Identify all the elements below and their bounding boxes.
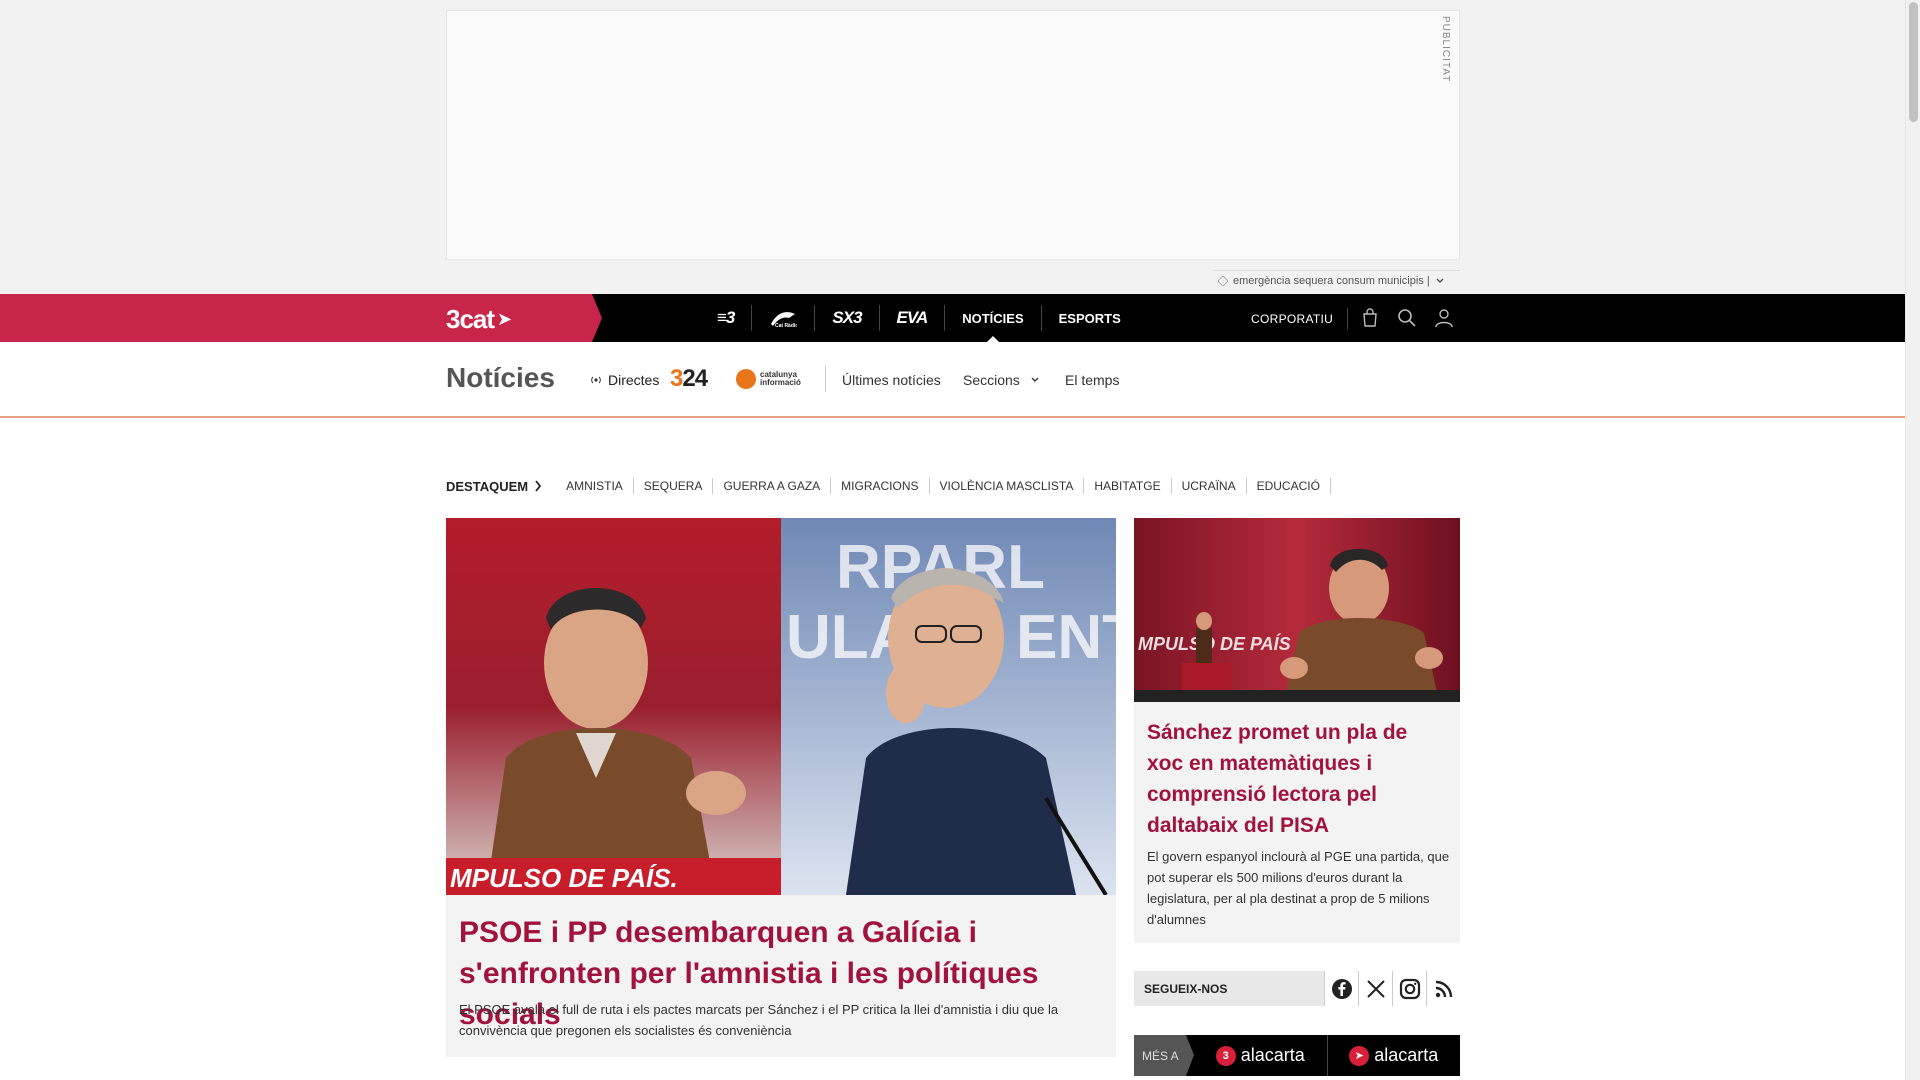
eva-logo-icon: EVA (896, 308, 929, 327)
catradio-badge-icon: ➤ (1349, 1045, 1370, 1066)
chevron-down-icon[interactable] (1435, 276, 1445, 286)
svg-text:ENTA: ENTA (1016, 603, 1116, 672)
channel-eva[interactable]: EVA (880, 305, 946, 331)
main-article-lead: El PSOE avala el full de ruta i els pact… (459, 1002, 1059, 1038)
tag-icon (1217, 274, 1229, 287)
side-article-photo: MPULSO DE PAÍS (1134, 518, 1460, 702)
rss-icon (1435, 980, 1452, 997)
live-link[interactable]: Directes (590, 372, 659, 388)
324-logo-three: 3 (670, 365, 683, 392)
highlight-habitatge[interactable]: HABITATGE (1084, 478, 1172, 494)
main-article-photo: RPARL ENTA ULAR MPULSO DE PAÍS. (446, 518, 1116, 895)
user-icon[interactable] (1432, 306, 1456, 330)
catradio-alacarta-link[interactable]: ➤ alacarta (1328, 1035, 1461, 1076)
channel-sx3[interactable]: SX3 (815, 305, 880, 331)
highlights-title[interactable]: DESTAQUEM (446, 479, 542, 494)
brand-background (0, 294, 602, 342)
section-title[interactable]: Notícies (446, 362, 555, 394)
svg-text:Cat Ràdio: Cat Ràdio (775, 323, 797, 328)
channel-catradio[interactable]: Cat Ràdio (752, 305, 816, 331)
324-logo-24: 24 (682, 365, 708, 392)
chevron-right-icon (535, 480, 542, 492)
highlight-migracions[interactable]: MIGRACIONS (831, 478, 930, 494)
tv3-logo-icon: ≡ (717, 308, 727, 327)
tv3-badge-icon: 3 (1215, 1045, 1236, 1066)
catradio-logo-icon: Cat Ràdio (771, 312, 797, 328)
ad-zone: PUBLICITAT emergència sequera consum mun… (0, 0, 1905, 294)
channel-tv3[interactable]: ≡ 3 (700, 305, 753, 331)
sx3-logo-icon: SX3 (832, 308, 862, 327)
x-icon (1366, 979, 1385, 998)
trending-topics-bar[interactable]: emergència sequera consum municipis | (1214, 270, 1460, 290)
top-navigation: 3cat ➤ ≡ 3 Cat Ràdio SX3 EVA NOTÍCIES ESP… (0, 294, 1905, 342)
side-image-text: MPULSO DE PAÍS (1138, 633, 1291, 654)
search-icon[interactable] (1395, 306, 1419, 330)
highlight-guerra-gaza[interactable]: GUERRA A GAZA (713, 478, 832, 494)
ad-banner[interactable] (446, 10, 1460, 260)
section-divider (825, 366, 826, 392)
sections-label: Seccions (963, 372, 1020, 388)
side-article-title[interactable]: Sánchez promet un pla de xoc en matemàti… (1147, 717, 1447, 841)
catradio-alacarta-text: alacarta (1374, 1045, 1439, 1065)
live-label: Directes (608, 372, 660, 388)
rss-link[interactable] (1426, 971, 1460, 1006)
weather-link[interactable]: El temps (1065, 372, 1119, 388)
x-link[interactable] (1358, 971, 1392, 1006)
highlight-amnistia[interactable]: AMNISTIA (556, 478, 634, 494)
section-header: Notícies Directes 324 catalunya informac… (0, 342, 1905, 418)
brand-arrow-icon: ➤ (497, 309, 512, 329)
side-article-lead: El govern espanyol inclourà al PGE una p… (1147, 849, 1450, 927)
highlights-title-label: DESTAQUEM (446, 478, 529, 494)
tv3-alacarta-link[interactable]: 3 alacarta (1194, 1035, 1328, 1076)
alacarta-bar: MÉS A 3 alacarta ➤ alacarta (1134, 1035, 1460, 1076)
catalunya-informacio-logo[interactable]: catalunya informació (736, 369, 801, 389)
highlight-sequera[interactable]: SEQUERA (634, 478, 714, 494)
side-article-card[interactable]: MPULSO DE PAÍS Sánchez promet un pla de … (1134, 518, 1460, 943)
catinfo-text: catalunya informació (760, 371, 801, 387)
channel-esports[interactable]: ESPORTS (1042, 305, 1138, 331)
sections-dropdown[interactable]: Seccions (963, 372, 1040, 388)
facebook-icon (1331, 978, 1352, 999)
highlight-ucraina[interactable]: UCRAÏNA (1172, 478, 1247, 494)
follow-us-bar: SEGUEIX-NOS (1134, 971, 1460, 1006)
brand-name: 3cat (446, 304, 495, 334)
highlight-violencia-masclista[interactable]: VIOLÈNCIA MASCLISTA (930, 478, 1085, 494)
main-article-image[interactable]: RPARL ENTA ULAR MPULSO DE PAÍS. (446, 518, 1116, 895)
main-image-banner-text: MPULSO DE PAÍS. (450, 863, 678, 893)
instagram-link[interactable] (1392, 971, 1426, 1006)
ad-label: PUBLICITAT (1440, 16, 1451, 83)
catinfo-circle-icon (736, 369, 756, 389)
page: PUBLICITAT emergència sequera consum mun… (0, 0, 1920, 1080)
chevron-down-icon (1031, 377, 1039, 382)
highlights-bar: DESTAQUEM AMNISTIA SEQUERA GUERRA A GAZA… (446, 476, 1331, 496)
3cat-logo[interactable]: 3cat ➤ (446, 304, 512, 335)
alacarta-label: MÉS A (1134, 1035, 1194, 1076)
trending-topics-text[interactable]: emergència sequera consum municipis | (1233, 275, 1430, 287)
catinfo-line2: informació (760, 378, 801, 387)
channel-noticies[interactable]: NOTÍCIES (945, 305, 1042, 342)
instagram-icon (1399, 978, 1420, 999)
facebook-link[interactable] (1324, 971, 1358, 1006)
side-article-image[interactable]: MPULSO DE PAÍS (1134, 518, 1460, 702)
main-article-card[interactable]: RPARL ENTA ULAR MPULSO DE PAÍS. (446, 518, 1116, 1057)
page-scrollbar[interactable] (1905, 0, 1920, 1080)
tv3-alacarta-text: alacarta (1240, 1045, 1305, 1065)
scrollbar-thumb[interactable] (1909, 2, 1918, 122)
324-logo[interactable]: 324 (670, 365, 708, 393)
channel-nav: ≡ 3 Cat Ràdio SX3 EVA NOTÍCIES ESPORTS (700, 294, 1138, 342)
latest-news-link[interactable]: Últimes notícies (842, 372, 941, 388)
live-broadcast-icon (591, 376, 601, 384)
follow-us-label: SEGUEIX-NOS (1144, 981, 1228, 996)
shopping-bag-icon[interactable] (1358, 306, 1382, 330)
highlight-educacio[interactable]: EDUCACIÓ (1247, 478, 1331, 494)
corporate-link[interactable]: CORPORATIU (1251, 308, 1349, 330)
